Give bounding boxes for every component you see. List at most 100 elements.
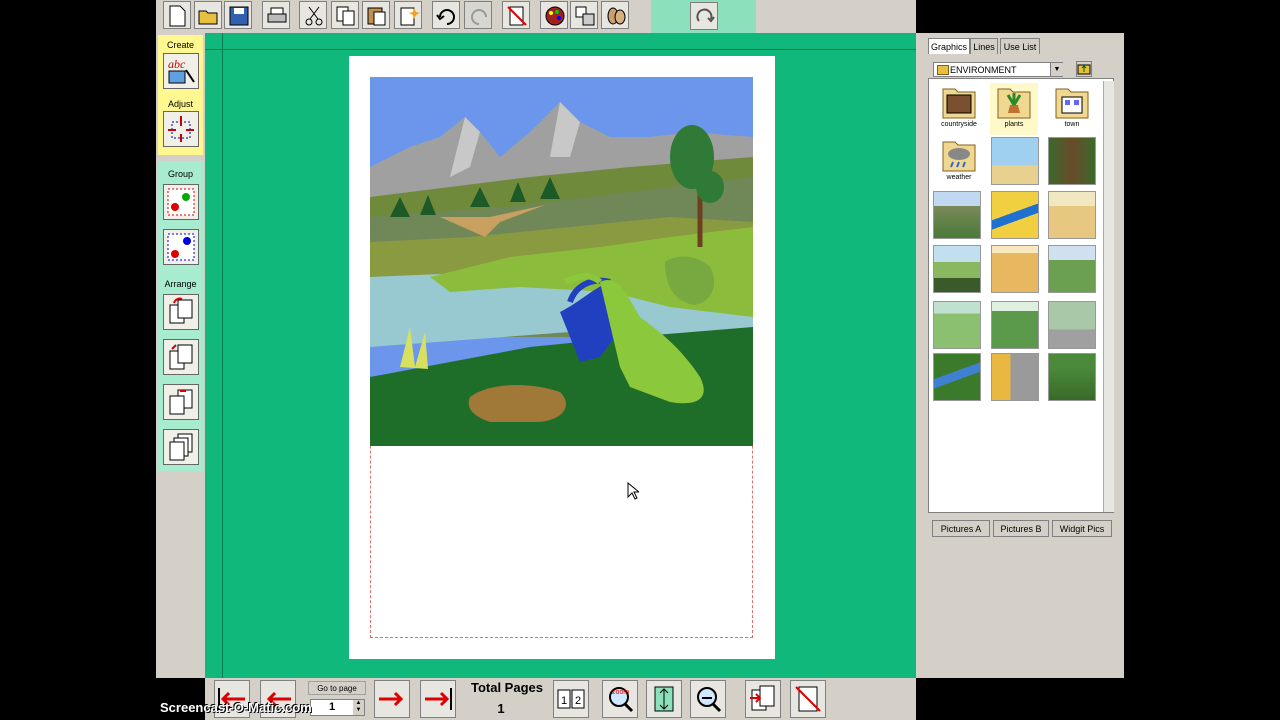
print-button[interactable]: [262, 1, 290, 29]
next-page-button[interactable]: [374, 680, 410, 718]
zoom-in-button[interactable]: zoom: [602, 680, 638, 718]
resize-arrows-icon: [168, 116, 194, 142]
create-tool-button[interactable]: abc: [163, 53, 199, 89]
folder-select-value: ENVIRONMENT: [950, 65, 1017, 75]
new-document-button[interactable]: [163, 1, 191, 29]
paste-icon: [367, 7, 386, 26]
picture-meadow[interactable]: [933, 301, 981, 349]
open-button[interactable]: [194, 1, 222, 29]
fit-page-icon: [654, 686, 674, 712]
frames-button[interactable]: [570, 1, 598, 29]
tab-use-list[interactable]: Use List: [1000, 38, 1040, 54]
folder-plants-label: plants: [1004, 121, 1024, 128]
horizontal-ruler: [205, 33, 916, 50]
widgit-pics-button[interactable]: Widgit Pics: [1052, 520, 1112, 537]
new-document-icon: [169, 5, 186, 27]
picture-desert[interactable]: [991, 245, 1039, 293]
fit-page-button[interactable]: [646, 680, 682, 718]
insert-page-icon: [750, 685, 775, 711]
zoom-out-icon: [697, 687, 722, 713]
insert-page-button[interactable]: [745, 680, 781, 718]
last-page-button[interactable]: [420, 680, 456, 718]
svg-text:2: 2: [575, 695, 581, 707]
toolbar-filler: [756, 0, 916, 33]
no-page-icon: [507, 6, 527, 26]
delete-page-button[interactable]: [790, 680, 826, 718]
delete-button[interactable]: [502, 1, 530, 29]
picture-lawn[interactable]: [991, 301, 1039, 349]
parent-folder-button[interactable]: [1076, 61, 1092, 77]
arrange-label: Arrange: [164, 279, 197, 289]
svg-text:zoom: zoom: [612, 689, 629, 696]
people-button[interactable]: [601, 1, 629, 29]
zoom-out-button[interactable]: [690, 680, 726, 718]
scissors-icon: [305, 6, 323, 26]
toolbar-extra-area: [651, 0, 756, 33]
tools-panel: Create abc Adjust Group Arrange: [156, 33, 205, 678]
people-icon: [607, 7, 626, 25]
tab-graphics[interactable]: Graphics: [928, 38, 970, 54]
picture-hills[interactable]: [933, 191, 981, 239]
vertical-ruler: [205, 33, 223, 678]
undo-icon: [436, 9, 455, 25]
gallery-scrollbar[interactable]: [1103, 81, 1114, 512]
dinosaur-landscape-picture[interactable]: [370, 77, 753, 446]
adjust-tool-button[interactable]: [163, 111, 199, 147]
picture-beach[interactable]: [991, 137, 1039, 185]
picture-jungle[interactable]: [1048, 353, 1096, 401]
colour-button[interactable]: [540, 1, 568, 29]
create-label: Create: [166, 40, 194, 50]
document-page[interactable]: [349, 56, 775, 659]
copy-button[interactable]: [331, 1, 359, 29]
picture-mountain-stream[interactable]: [1048, 245, 1096, 293]
redo-icon: [471, 9, 487, 25]
undo-button[interactable]: [432, 1, 460, 29]
folder-weather-label: weather: [946, 174, 972, 181]
pictures-b-button[interactable]: Pictures B: [993, 520, 1049, 537]
picture-valley-river[interactable]: [933, 353, 981, 401]
adjust-label: Adjust: [167, 99, 193, 109]
cut-button[interactable]: [299, 1, 327, 29]
page-number-stepper[interactable]: 1 ▲ ▼: [310, 699, 365, 716]
send-backward-button[interactable]: [163, 384, 199, 420]
total-pages-label: Total Pages: [470, 680, 543, 695]
chevron-down-icon[interactable]: ▼: [1050, 63, 1063, 76]
ungroup-button[interactable]: [163, 229, 199, 265]
bring-forward-button[interactable]: [163, 339, 199, 375]
picture-field[interactable]: [933, 245, 981, 293]
svg-text:1: 1: [561, 695, 567, 707]
folder-countryside[interactable]: countryside: [935, 83, 983, 135]
folder-picture-icon: [942, 88, 976, 119]
send-to-back-button[interactable]: [163, 429, 199, 465]
folder-up-icon: [1077, 64, 1091, 75]
folder-icon: [937, 65, 949, 75]
picture-road[interactable]: [1048, 301, 1096, 349]
picture-river-desert[interactable]: [991, 191, 1039, 239]
page-layout-button[interactable]: 12: [553, 680, 589, 718]
printer-icon: [267, 7, 287, 23]
pictures-a-button[interactable]: Pictures A: [932, 520, 990, 537]
picture-cliff[interactable]: [991, 353, 1039, 401]
send-backward-icon: [169, 389, 193, 415]
send-back-icon: [169, 433, 193, 461]
group-button[interactable]: [163, 184, 199, 220]
picture-forest[interactable]: [1048, 137, 1096, 185]
bring-to-front-button[interactable]: [163, 294, 199, 330]
goto-page-button[interactable]: Go to page: [308, 681, 366, 695]
save-button[interactable]: [224, 1, 252, 29]
tab-lines[interactable]: Lines: [970, 38, 998, 54]
save-icon: [229, 6, 249, 26]
delete-page-icon: [795, 686, 821, 712]
folder-weather[interactable]: weather: [935, 136, 983, 188]
folder-town[interactable]: town: [1048, 83, 1096, 135]
folder-select[interactable]: ENVIRONMENT ▼: [933, 62, 1063, 77]
graphics-gallery[interactable]: countryside plants town weather: [928, 78, 1114, 513]
paste-button[interactable]: [362, 1, 390, 29]
picture-sand[interactable]: [1048, 191, 1096, 239]
rotate-icon: [696, 8, 715, 23]
rotate-button[interactable]: [690, 2, 718, 30]
stepper-arrows-icon[interactable]: ▲ ▼: [353, 700, 364, 715]
folder-plants[interactable]: plants: [990, 83, 1038, 135]
new-item-button[interactable]: [394, 1, 422, 29]
redo-button[interactable]: [464, 1, 492, 29]
